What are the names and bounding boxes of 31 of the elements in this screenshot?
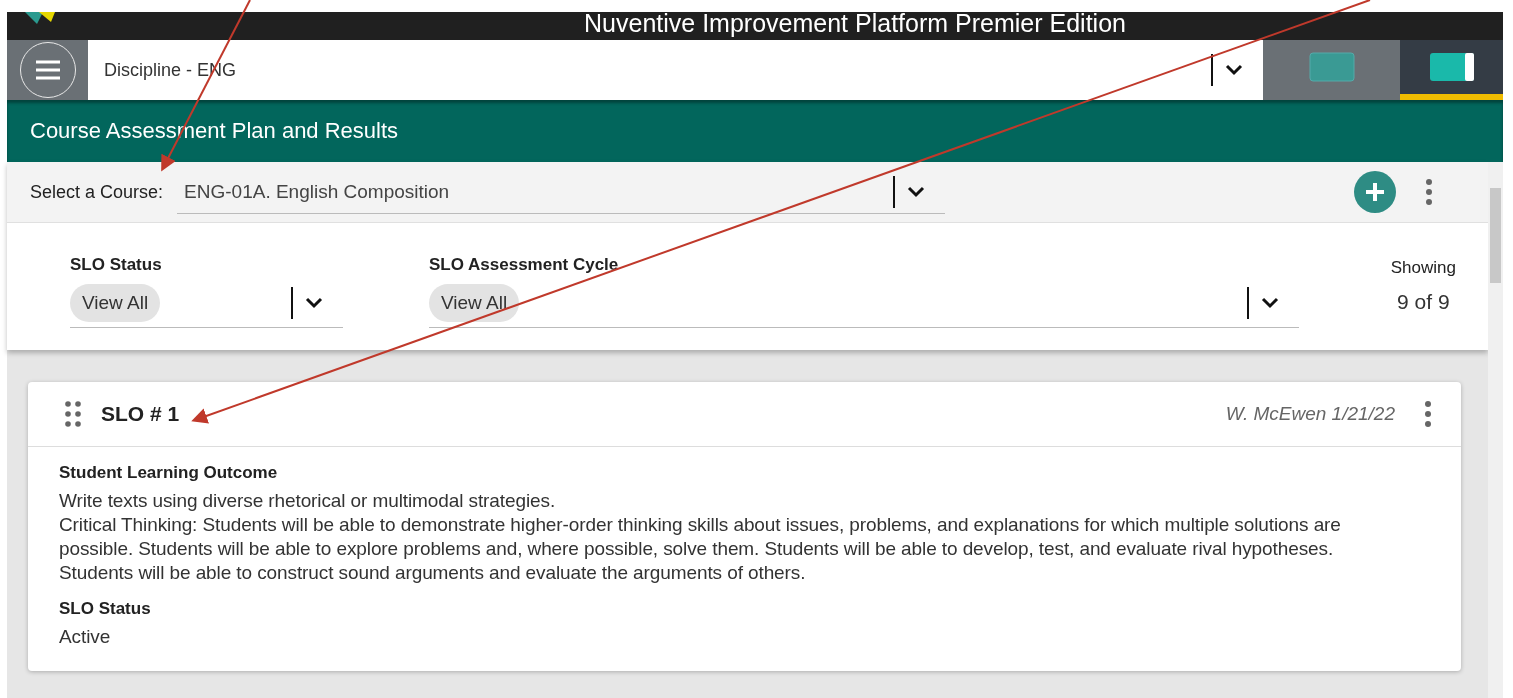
filter-chip[interactable]: View All [70,284,161,322]
chevron-down-icon[interactable] [907,185,926,198]
menu-icon [34,60,61,80]
add-button[interactable] [1354,171,1396,213]
slo-title: SLO # 1 [101,402,181,426]
chevron-down-icon[interactable] [1261,297,1279,309]
drag-handle-icon[interactable] [65,401,81,427]
filter-chip[interactable]: View All [429,284,520,322]
course-label: Select a Course: [30,181,164,203]
chevron-down-icon[interactable] [305,297,323,309]
showing-count: 9 of 9 [1397,290,1450,314]
section-text: Active [59,625,112,649]
filter-select[interactable]: View All [429,279,1299,328]
filter-select[interactable]: View All [70,279,343,328]
toggle-switch-icon [1428,52,1475,82]
view-toggle-button[interactable] [1263,40,1400,100]
filter-label: SLO Status [70,255,163,275]
panel-icon [1308,52,1355,82]
filter-label: SLO Assessment Cycle [429,255,620,275]
scrollbar[interactable] [1488,162,1503,698]
app-title: Nuventive Improvement Platform Premier Edition [583,12,1126,36]
plus-icon [1364,181,1386,203]
showing-label: Showing [1390,258,1456,278]
author-date: W. McEwen 1/21/22 [1225,403,1395,425]
chevron-down-icon[interactable] [1225,64,1243,76]
section-text: Write texts using diverse rhetorical or multimodal strategies. [59,489,557,513]
section-heading: SLO Status [59,599,152,619]
section-heading: Student Learning Outcome [59,463,279,483]
section-text: Critical Thinking: Students will be able to demonstrate higher-order thinking skills about issues, problems, and explanations for which multiple solutions are possible. Students will be able to explore problems and, where possible, solve them. Students will be able to develop, test, and evaluate rival hypotheses. Students will be able to construct sound arguments and evaluate the arguments of others. [59,513,1341,585]
view-toggle-button[interactable] [1400,40,1503,100]
course-select[interactable]: ENG-01A. English Composition [177,170,946,214]
